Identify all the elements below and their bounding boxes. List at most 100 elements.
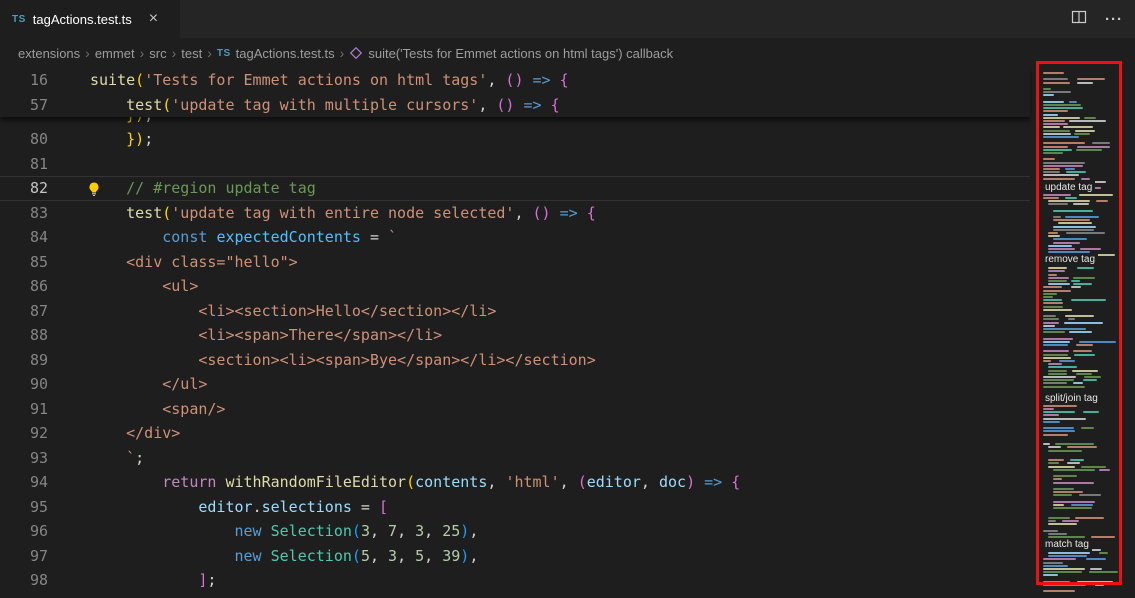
code-line[interactable]: 96 new Selection(3, 7, 3, 25), [0,519,1030,544]
sticky-scroll[interactable]: 16suite('Tests for Emmet actions on html… [0,68,1030,117]
line-number[interactable]: 93 [0,446,48,471]
close-icon[interactable]: × [149,11,158,27]
code-line[interactable]: 98 ]; [0,568,1030,593]
line-number[interactable]: 94 [0,470,48,495]
line-number[interactable]: 84 [0,225,48,250]
minimap-line-mark [1075,517,1104,519]
line-number[interactable]: 85 [0,250,48,275]
token: , [424,547,442,565]
code-line[interactable]: 57 test('update tag with multiple cursor… [0,93,1030,118]
token: , [478,96,496,114]
breadcrumb-item-extensions[interactable]: extensions [18,46,80,61]
minimap[interactable]: update tagremove tagsplit/join tagmatch … [1040,68,1122,598]
code-lines: 80 });8182 // #region update tag83 test(… [0,127,1040,593]
minimap-line-mark [1048,459,1064,461]
minimap-line-mark [1048,203,1068,205]
line-number[interactable]: 92 [0,421,48,446]
line-number[interactable]: 86 [0,274,48,299]
line-number[interactable]: 82 [0,176,48,201]
line-number[interactable]: 81 [0,152,48,177]
line-number[interactable]: 83 [0,201,48,226]
code-line[interactable]: 93 `; [0,446,1030,471]
minimap-line-mark [1072,370,1098,372]
token: 25 [442,522,460,540]
breadcrumb-item-file[interactable]: TS tagActions.test.ts [217,46,335,61]
token: ( [162,96,171,114]
editor-tab-bar: TS tagActions.test.ts × ··· [0,0,1135,38]
line-number[interactable]: 90 [0,372,48,397]
breadcrumb-item-src[interactable]: src [149,46,166,61]
vertical-scrollbar[interactable] [1122,68,1135,598]
line-number[interactable]: 95 [0,495,48,520]
line-number[interactable]: 87 [0,299,48,324]
minimap-line-mark [1092,142,1110,144]
minimap-line-mark [1091,536,1115,538]
token: () [533,204,551,222]
line-number[interactable]: 97 [0,544,48,569]
line-number[interactable]: 89 [0,348,48,373]
minimap-line-mark [1053,504,1064,506]
minimap-line-mark [1065,197,1077,199]
code-line[interactable]: 87 <li><section>Hello</section></li> [0,299,1030,324]
minimap-line-mark [1083,411,1099,413]
line-number[interactable]: 88 [0,323,48,348]
breadcrumb-item-symbol[interactable]: suite('Tests for Emmet actions on html t… [349,46,673,61]
code-line[interactable]: 84 const expectedContents = ` [0,225,1030,250]
breadcrumb-item-emmet[interactable]: emmet [95,46,135,61]
line-number[interactable]: 16 [0,68,48,93]
code-line[interactable]: 94 return withRandomFileEditor(contents,… [0,470,1030,495]
tab-tagactions-test-ts[interactable]: TS tagActions.test.ts × [0,0,180,38]
code-line[interactable]: 80 }); [0,127,1030,152]
minimap-line-mark [1070,459,1085,461]
minimap-line-mark [1048,366,1077,368]
token: , [370,547,388,565]
minimap-line-mark [1053,238,1087,240]
minimap-line-mark [1043,411,1075,413]
code-line[interactable]: 92 </div> [0,421,1030,446]
code-editor[interactable]: 16suite('Tests for Emmet actions on html… [0,68,1040,598]
line-number[interactable]: 91 [0,397,48,422]
minimap-line-mark [1043,338,1073,340]
minimap-line-mark [1079,494,1102,496]
code-line[interactable]: 85 <div class="hello"> [0,250,1030,275]
token: suite [90,71,135,89]
token: editor [198,498,252,516]
token: 'update tag with entire node selected' [171,204,514,222]
token: { [731,473,740,491]
code-line[interactable]: 82 // #region update tag [0,176,1030,201]
token: () [496,96,514,114]
breadcrumb-item-test[interactable]: test [181,46,202,61]
minimap-line-mark [1043,344,1068,346]
token: () [505,71,523,89]
split-editor-icon[interactable] [1071,9,1087,30]
line-number[interactable]: 57 [0,93,48,118]
token [722,473,731,491]
minimap-line-mark [1048,370,1067,372]
minimap-line-mark [1048,270,1065,272]
line-number[interactable]: 98 [0,568,48,593]
minimap-line-mark [1043,136,1079,138]
code-line[interactable]: 81 [0,152,1030,177]
code-line[interactable]: 90 </ul> [0,372,1030,397]
minimap-line-mark [1048,462,1059,464]
lightbulb-icon[interactable] [86,180,102,196]
code-line[interactable]: 91 <span/> [0,397,1030,422]
minimap-line-mark [1048,245,1072,247]
token: return [162,473,216,491]
token [578,204,587,222]
line-number[interactable]: 96 [0,519,48,544]
code-line[interactable]: 86 <ul> [0,274,1030,299]
code-line[interactable]: 83 test('update tag with entire node sel… [0,201,1030,226]
line-number[interactable]: 80 [0,127,48,152]
more-actions-icon[interactable]: ··· [1105,11,1123,28]
code-line[interactable]: }); [0,117,1030,127]
token: </ul> [90,375,207,393]
code-line[interactable]: 95 editor.selections = [ [0,495,1030,520]
code-line[interactable]: 97 new Selection(5, 3, 5, 39), [0,544,1030,569]
code-line[interactable]: 16suite('Tests for Emmet actions on html… [0,68,1030,93]
minimap-line-mark [1043,72,1064,74]
code-line[interactable]: 88 <li><span>There</span></li> [0,323,1030,348]
code-line[interactable]: 89 <section><li><span>Bye</span></li></s… [0,348,1030,373]
code-text: </div> [90,421,1030,446]
minimap-line-mark [1048,517,1070,519]
